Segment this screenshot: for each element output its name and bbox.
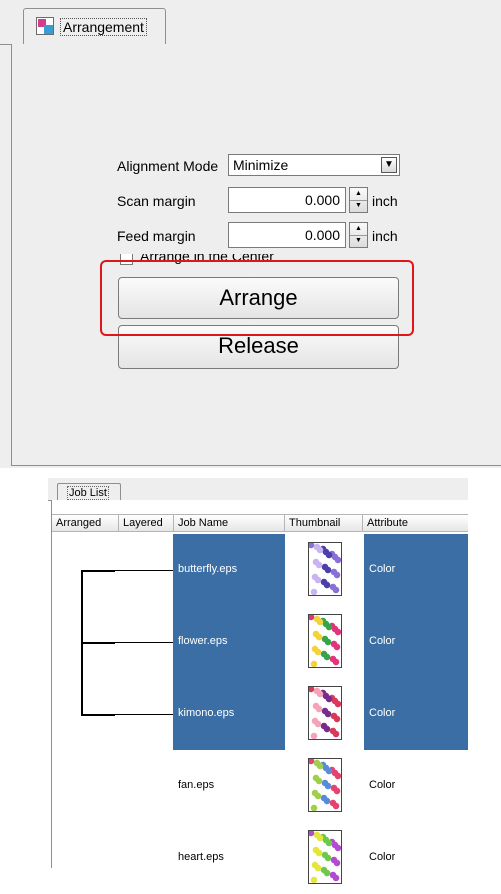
column-header-attribute[interactable]: Attribute [363,515,468,531]
job-attribute: Color [369,635,396,647]
job-name: kimono.eps [178,707,235,719]
thumbnail-image [308,686,342,740]
alignment-mode-select[interactable]: Minimize ▼ [228,154,400,176]
scan-margin-unit: inch [372,193,398,209]
group-bracket-line [81,642,115,644]
job-list-table: Arranged Layered Job Name Thumbnail Attr… [51,500,468,884]
job-name: fan.eps [178,779,215,791]
spin-down-icon[interactable]: ▼ [350,200,367,212]
alignment-mode-label: Alignment Mode [117,158,219,174]
scan-margin-stepper[interactable]: ▲ ▼ [349,187,368,213]
column-header-layered[interactable]: Layered [119,515,174,531]
arrange-button[interactable]: Arrange [118,277,399,319]
tab-strip: Arrangement [0,0,501,45]
job-attribute: Color [369,851,396,863]
feed-margin-stepper[interactable]: ▲ ▼ [349,222,368,248]
arrangement-icon [36,17,54,35]
release-button[interactable]: Release [118,325,399,369]
job-list-panel: Job List Arranged Layered Job Name Thumb… [48,478,468,884]
group-bracket-line [115,642,173,643]
column-header-arranged[interactable]: Arranged [52,515,119,531]
spin-down-icon[interactable]: ▼ [350,235,367,247]
arrange-in-center-checkbox[interactable] [120,254,133,265]
feed-margin-value: 0.000 [304,227,340,243]
thumbnail-image [308,542,342,596]
chevron-down-icon[interactable]: ▼ [381,157,397,173]
feed-margin-label: Feed margin [117,228,196,244]
arrange-in-center-row: Arrange in the Center [118,254,398,270]
tab-arrangement-label: Arrangement [60,18,147,36]
job-name: flower.eps [178,635,228,647]
tab-arrangement[interactable]: Arrangement [23,8,166,45]
group-bracket-line [115,714,173,715]
table-header: Arranged Layered Job Name Thumbnail Attr… [52,514,468,532]
job-attribute: Color [369,779,396,791]
job-name: butterfly.eps [178,563,238,575]
scan-margin-label: Scan margin [117,193,196,209]
thumbnail-image [308,758,342,812]
thumbnail-image [308,830,342,884]
column-header-job-name[interactable]: Job Name [174,515,285,531]
arrangement-panel: Arrangement Alignment Mode Minimize ▼ Sc… [0,0,501,468]
tab-job-list-label: Job List [67,486,109,500]
feed-margin-field[interactable]: 0.000 [228,222,346,248]
scan-margin-field[interactable]: 0.000 [228,187,346,213]
job-attribute: Color [369,707,396,719]
arrange-in-center-label: Arrange in the Center [140,254,274,264]
group-bracket-line [81,570,115,572]
scan-margin-value: 0.000 [304,192,340,208]
column-header-thumbnail[interactable]: Thumbnail [285,515,363,531]
alignment-mode-value: Minimize [233,157,289,173]
job-name: heart.eps [178,851,224,863]
group-bracket-line [115,570,173,571]
table-row[interactable]: heart.eps Color [52,822,468,894]
tab-job-list[interactable]: Job List [57,483,121,501]
thumbnail-image [308,614,342,668]
feed-margin-unit: inch [372,228,398,244]
table-row[interactable]: fan.eps Color [52,750,468,822]
group-bracket-line [81,714,115,716]
job-attribute: Color [369,563,396,575]
job-list-tab-strip: Job List [48,478,468,501]
